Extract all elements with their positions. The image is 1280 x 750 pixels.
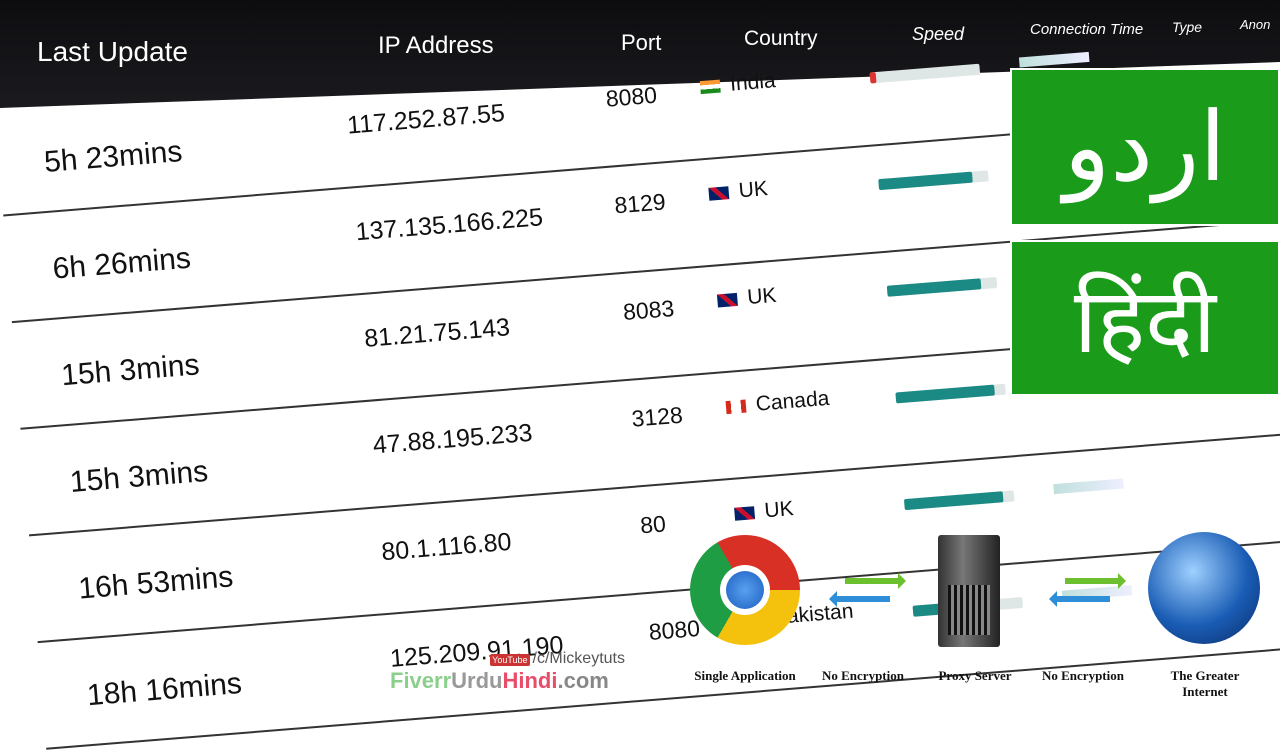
urdu-badge: اردو — [1010, 68, 1280, 226]
port: 80 — [639, 510, 667, 539]
last-update: 6h 26mins — [51, 241, 193, 286]
col-connection-time: Connection Time — [1030, 21, 1144, 38]
label-single-application: Single Application — [694, 668, 796, 683]
hindi-text: हिंदी — [1073, 272, 1217, 372]
server-icon — [938, 535, 1000, 647]
label-no-encryption: No Encryption — [1042, 668, 1124, 683]
port: 8129 — [613, 188, 667, 219]
globe-icon — [1148, 532, 1260, 644]
label-no-encryption: No Encryption — [822, 668, 904, 683]
ip-address: 80.1.116.80 — [380, 527, 513, 567]
port: 8080 — [604, 81, 658, 112]
last-update: 15h 3mins — [68, 454, 210, 499]
arrow-right-icon — [845, 573, 906, 589]
country: India — [699, 69, 776, 99]
label-greater-internet: The Greater Internet — [1170, 668, 1240, 699]
col-ip: IP Address — [378, 32, 494, 59]
branding: YouTube/c/Mickeytuts FiverrUrduHindi.com — [390, 650, 630, 694]
arrow-left-icon — [1049, 591, 1110, 607]
col-last-update: Last Update — [37, 36, 188, 67]
col-port: Port — [621, 30, 662, 55]
table-header-labels: Last Update IP Address Port Country Spee… — [0, 0, 1280, 70]
india-flag-icon — [699, 79, 721, 95]
hindi-badge: हिंदी — [1010, 240, 1280, 396]
ip-address: 47.88.195.233 — [371, 418, 534, 460]
ip-address: 137.135.166.225 — [354, 203, 545, 247]
last-update: 15h 3mins — [60, 348, 201, 393]
uk-flag-icon — [708, 186, 730, 201]
speed-bar — [886, 277, 998, 297]
col-anon: Anon — [1240, 17, 1271, 32]
ip-address: 117.252.87.55 — [346, 98, 506, 140]
col-country: Country — [744, 27, 818, 50]
speed-bar — [895, 383, 1006, 404]
country: Canada — [725, 387, 830, 419]
ip-address: 81.21.75.143 — [363, 313, 512, 353]
chrome-icon — [690, 535, 800, 645]
arrow-right-icon — [1065, 573, 1126, 589]
canada-flag-icon — [725, 399, 747, 415]
uk-flag-icon — [716, 292, 738, 308]
channel-link[interactable]: /c/Mickeytuts — [533, 650, 625, 667]
country: UK — [716, 284, 777, 313]
last-update: 16h 53mins — [77, 560, 235, 606]
uk-flag-icon — [734, 506, 756, 521]
country: UK — [708, 177, 769, 206]
speed-bar — [878, 170, 989, 191]
youtube-logo: YouTube — [490, 654, 530, 666]
label-proxy-server: Proxy Server — [938, 668, 1012, 683]
country: UK — [734, 497, 795, 526]
last-update: 18h 16mins — [85, 666, 244, 713]
col-type: Type — [1172, 19, 1203, 35]
speed-bar — [903, 490, 1015, 511]
last-update: 5h 23mins — [42, 134, 184, 179]
port: 3128 — [630, 401, 684, 432]
connection-time-bar — [1053, 478, 1124, 495]
arrow-left-icon — [829, 591, 890, 607]
urdu-text: اردو — [1063, 94, 1227, 201]
col-speed: Speed — [912, 24, 965, 44]
site-name[interactable]: FiverrUrduHindi.com — [390, 668, 630, 694]
port: 8083 — [622, 295, 676, 326]
proxy-diagram: Single Application No Encryption Proxy S… — [680, 530, 1280, 720]
